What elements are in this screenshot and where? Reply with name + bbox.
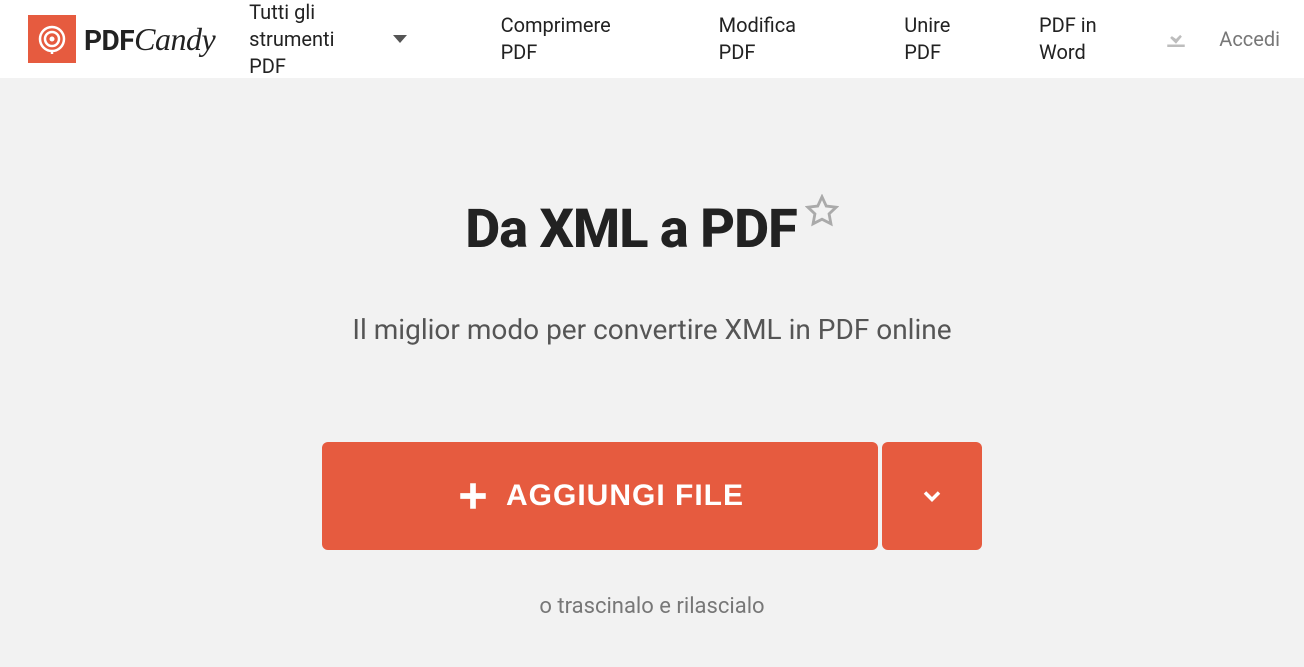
chevron-down-icon (918, 482, 946, 510)
logo-icon (28, 15, 76, 63)
plus-icon (456, 479, 490, 513)
main: Da XML a PDF Il miglior modo per convert… (0, 78, 1304, 619)
nav: Tutti gli strumenti PDF Comprimere PDF M… (235, 0, 1161, 80)
header: PDFCandy Tutti gli strumenti PDF Comprim… (0, 0, 1304, 78)
nav-item-label: PDF in Word (1039, 13, 1097, 64)
logo-candy: Candy (134, 21, 215, 57)
nav-item-label: Unire PDF (904, 13, 950, 64)
title-row: Da XML a PDF (465, 198, 838, 261)
add-file-button[interactable]: AGGIUNGI FILE (322, 442, 878, 550)
add-file-button-group: AGGIUNGI FILE (322, 442, 982, 550)
nav-item-label: Tutti gli strumenti PDF (249, 0, 369, 80)
page-title: Da XML a PDF (465, 198, 796, 261)
add-file-label: AGGIUNGI FILE (506, 479, 744, 513)
chevron-down-icon (393, 35, 407, 43)
nav-edit[interactable]: Modifica PDF (705, 12, 851, 66)
add-file-dropdown-button[interactable] (882, 442, 982, 550)
nav-item-label: Comprimere PDF (501, 13, 611, 64)
candy-spiral-icon (37, 24, 67, 54)
login-link[interactable]: Accedi (1219, 27, 1280, 51)
logo-pdf: PDF (84, 24, 134, 57)
nav-merge[interactable]: Unire PDF (890, 12, 1005, 66)
favorite-star-icon[interactable] (805, 194, 839, 232)
download-icon[interactable] (1161, 22, 1191, 56)
nav-all-tools[interactable]: Tutti gli strumenti PDF (235, 0, 425, 80)
drop-hint: o trascinalo e rilascialo (539, 594, 764, 619)
nav-item-label: Modifica PDF (719, 13, 796, 64)
nav-to-word[interactable]: PDF in Word (1025, 12, 1161, 66)
nav-compress[interactable]: Comprimere PDF (487, 12, 665, 66)
subtitle: Il miglior modo per convertire XML in PD… (352, 313, 951, 346)
logo[interactable]: PDFCandy (28, 15, 215, 63)
logo-text: PDFCandy (84, 21, 215, 58)
header-actions: Accedi (1161, 22, 1280, 56)
